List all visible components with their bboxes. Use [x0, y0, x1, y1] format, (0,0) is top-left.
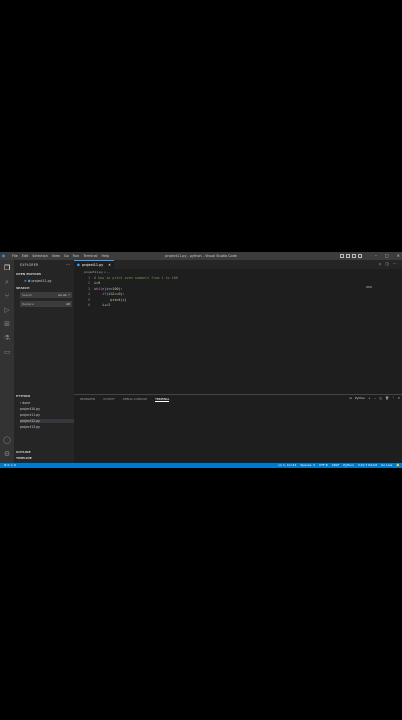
- tab-output[interactable]: OUTPUT: [103, 397, 114, 402]
- python-file-icon: ⬢: [77, 263, 80, 267]
- search-header[interactable]: SEARCH: [16, 286, 30, 290]
- cursor-position[interactable]: Ln 1, Col 41: [278, 463, 296, 468]
- timeline-header[interactable]: TIMELINE: [16, 456, 32, 460]
- tab-close-icon[interactable]: ✕: [108, 261, 111, 270]
- toggle-sidebar-icon[interactable]: [340, 254, 344, 258]
- line-number: 6: [87, 302, 90, 307]
- split-editor-icon[interactable]: ◫: [386, 260, 389, 269]
- search-icon[interactable]: ⌕: [3, 278, 11, 286]
- run-file-icon[interactable]: ▷: [379, 260, 382, 269]
- split-terminal-icon[interactable]: ◫: [379, 396, 382, 400]
- status-right: Ln 1, Col 41 Spaces: 4 UTF-8 CRLF Python…: [278, 463, 400, 468]
- minimize-icon[interactable]: –: [375, 252, 377, 260]
- replace-input[interactable]: Replace AB: [20, 301, 72, 307]
- panel-tabs: PROBLEMS OUTPUT DEBUG CONSOLE TERMINAL: [80, 397, 170, 402]
- maximize-icon[interactable]: □: [385, 252, 389, 260]
- editor-more-icon[interactable]: ···: [393, 260, 396, 269]
- tab-debug-console[interactable]: DEBUG CONSOLE: [123, 397, 148, 402]
- layout-controls: [340, 254, 362, 258]
- toggle-secondary-sidebar-icon[interactable]: [352, 254, 356, 258]
- search-options[interactable]: Aa ab .*: [58, 292, 70, 298]
- terminal-python-icon: ⊡: [349, 396, 352, 400]
- file-project11[interactable]: project11.py: [20, 413, 40, 417]
- open-editors-header[interactable]: OPEN EDITORS: [16, 272, 41, 276]
- settings-gear-icon[interactable]: ⚙: [3, 450, 11, 458]
- language-mode[interactable]: Python: [343, 463, 353, 468]
- encoding[interactable]: UTF-8: [319, 463, 328, 468]
- folder-done[interactable]: › done: [20, 401, 30, 405]
- outline-header[interactable]: OUTLINE: [16, 450, 31, 454]
- line-ending[interactable]: CRLF: [332, 463, 340, 468]
- editor-actions: ▷ ◫ ···: [379, 260, 396, 269]
- problems-status[interactable]: ⊗ 0 ⚠ 0: [4, 463, 16, 468]
- more-actions-icon[interactable]: ···: [66, 262, 70, 267]
- tab-terminal[interactable]: TERMINAL: [155, 397, 170, 402]
- file-project13[interactable]: project13.py: [20, 425, 40, 429]
- sidebar-title: EXPLORER: [20, 263, 39, 267]
- python-interpreter[interactable]: 3.10.7 64-bit: [358, 463, 377, 468]
- editor-area: ⬢ project11.py ✕ ▷ ◫ ··· project11.py > …: [74, 260, 402, 464]
- vscode-window: ◆ File Edit Selection View Go Run Termin…: [0, 252, 402, 468]
- close-icon[interactable]: ✕: [397, 252, 400, 260]
- activity-bar: ❐ ⌕ ⑂ ▷ ⊞ ⚗ ▭ ◯ ⚙: [0, 260, 14, 463]
- line-text: i+=2: [102, 302, 111, 307]
- status-bar: ⊗ 0 ⚠ 0 Ln 1, Col 41 Spaces: 4 UTF-8 CRL…: [0, 463, 402, 468]
- terminal-name[interactable]: Python: [355, 396, 365, 400]
- replace-all-button[interactable]: AB: [66, 301, 70, 307]
- new-terminal-icon[interactable]: +: [368, 396, 371, 400]
- tab-project11[interactable]: ⬢ project11.py ✕: [74, 260, 114, 269]
- maximize-panel-icon[interactable]: ⌃: [392, 396, 395, 400]
- extensions-icon[interactable]: ⊞: [3, 320, 11, 328]
- indentation[interactable]: Spaces: 4: [300, 463, 315, 468]
- breadcrumb[interactable]: project11.py > ...: [84, 270, 110, 274]
- editor-tabs: ⬢ project11.py ✕ ▷ ◫ ···: [74, 260, 402, 269]
- kill-terminal-icon[interactable]: 🗑: [385, 396, 389, 400]
- notifications-icon[interactable]: 🔔: [396, 463, 400, 468]
- remote-explorer-icon[interactable]: ▭: [3, 348, 11, 356]
- source-control-icon[interactable]: ⑂: [3, 292, 11, 300]
- customize-layout-icon[interactable]: [358, 254, 362, 258]
- search-input[interactable]: Search Aa ab .*: [20, 292, 72, 298]
- panel-actions: ⊡ Python + ⌄ ◫ 🗑 ⌃ ✕: [349, 396, 400, 400]
- file-project12[interactable]: project12.py: [20, 419, 74, 423]
- python-folder-header[interactable]: PYTHON: [16, 394, 30, 398]
- close-panel-icon[interactable]: ✕: [397, 396, 400, 400]
- window-controls: – □ ✕: [375, 252, 400, 260]
- go-live-button[interactable]: Go Live: [381, 463, 392, 468]
- account-icon[interactable]: ◯: [3, 436, 11, 444]
- testing-icon[interactable]: ⚗: [3, 334, 11, 342]
- terminal-dropdown-icon[interactable]: ⌄: [374, 396, 377, 400]
- open-editor-item[interactable]: ✕ ⬢ project11.py: [24, 279, 52, 283]
- minimap[interactable]: [366, 286, 372, 288]
- toggle-panel-icon[interactable]: [346, 254, 350, 258]
- bottom-panel: PROBLEMS OUTPUT DEBUG CONSOLE TERMINAL ⊡…: [74, 394, 402, 464]
- explorer-sidebar: EXPLORER ··· OPEN EDITORS ✕ ⬢ project11.…: [14, 260, 74, 463]
- file-project10[interactable]: project10.py: [20, 407, 40, 411]
- run-debug-icon[interactable]: ▷: [3, 306, 11, 314]
- tab-problems[interactable]: PROBLEMS: [80, 397, 95, 402]
- title-bar: ◆ File Edit Selection View Go Run Termin…: [0, 252, 402, 260]
- explorer-icon[interactable]: ❐: [3, 264, 11, 272]
- line-text: # how to print even numbers from 1 to 10…: [94, 276, 178, 280]
